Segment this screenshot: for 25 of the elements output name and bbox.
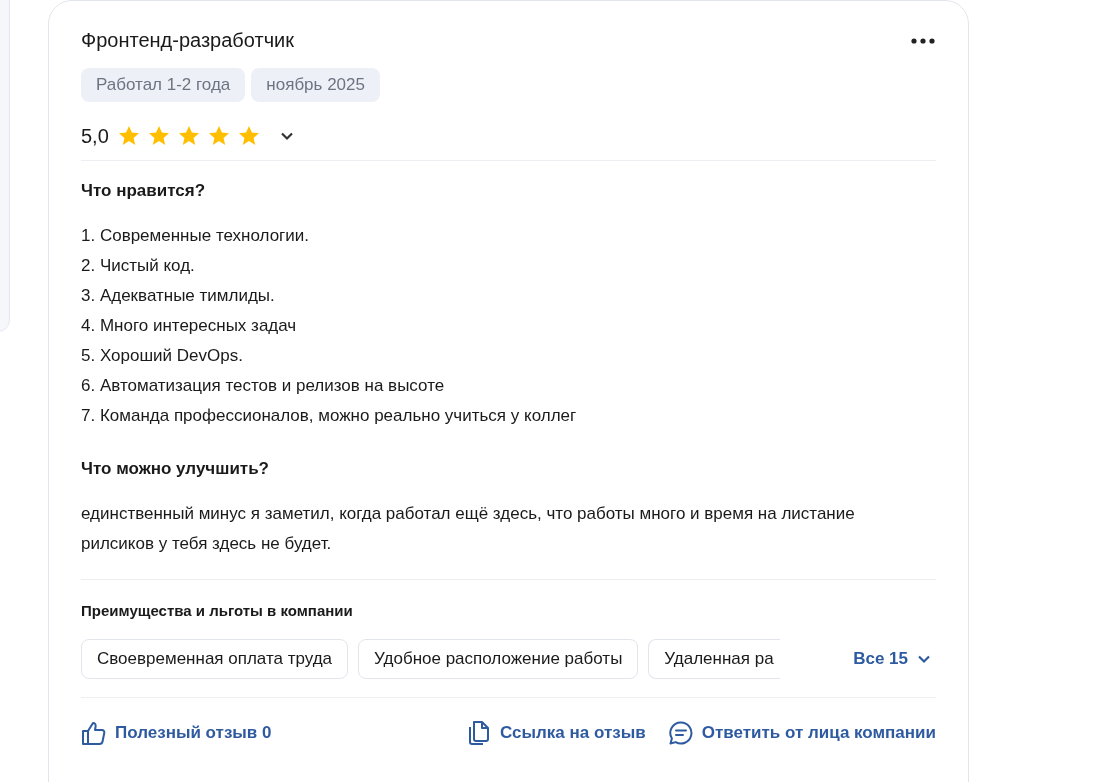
section-heading: Что нравится?: [81, 181, 207, 201]
list-item: 2. Чистый код.: [81, 255, 196, 277]
action-button[interactable]: Ссылка на отзыв: [466, 720, 646, 746]
perk-chip: Своевременная оплата труда: [81, 639, 349, 679]
perks-heading: Преимущества и льготы в компании: [81, 602, 354, 619]
more-options-icon[interactable]: [910, 36, 936, 45]
list-item: 3. Адекватные тимлиды.: [81, 285, 276, 307]
perk-chip: Удаленная ра: [648, 639, 780, 679]
rating-value: 5,0: [81, 124, 109, 148]
review-title: Фронтенд-разработчик: [81, 29, 294, 52]
action-button[interactable]: Ответить от лица компании: [667, 720, 936, 746]
list-item: 7. Команда профессионалов, можно реально учиться у коллег: [81, 405, 578, 427]
list-item: 5. Хороший DevOps.: [81, 345, 244, 367]
action-button[interactable]: Полезный отзыв 0: [81, 720, 272, 746]
list-item: 4. Много интересных задач: [81, 315, 298, 337]
thumbs-up-icon: [81, 720, 107, 746]
review-paragraph: единственный минус я заметил, когда работал ещё здесь, что работы много и время на листание рилсиков у тебя здесь не будет.: [81, 503, 856, 555]
list-item: 6. Автоматизация тестов и релизов на высоте: [81, 375, 446, 397]
show-all-button[interactable]: Все 15: [853, 649, 932, 669]
tag: ноябрь 2025: [251, 68, 380, 102]
tag: Работал 1-2 года: [81, 68, 246, 102]
perk-chip: Удобное расположение работы: [358, 639, 639, 679]
chat-bubble-icon: [667, 720, 694, 746]
section-heading: Что можно улучшить?: [81, 459, 270, 479]
list-item: 1. Современные технологии.: [81, 225, 310, 247]
